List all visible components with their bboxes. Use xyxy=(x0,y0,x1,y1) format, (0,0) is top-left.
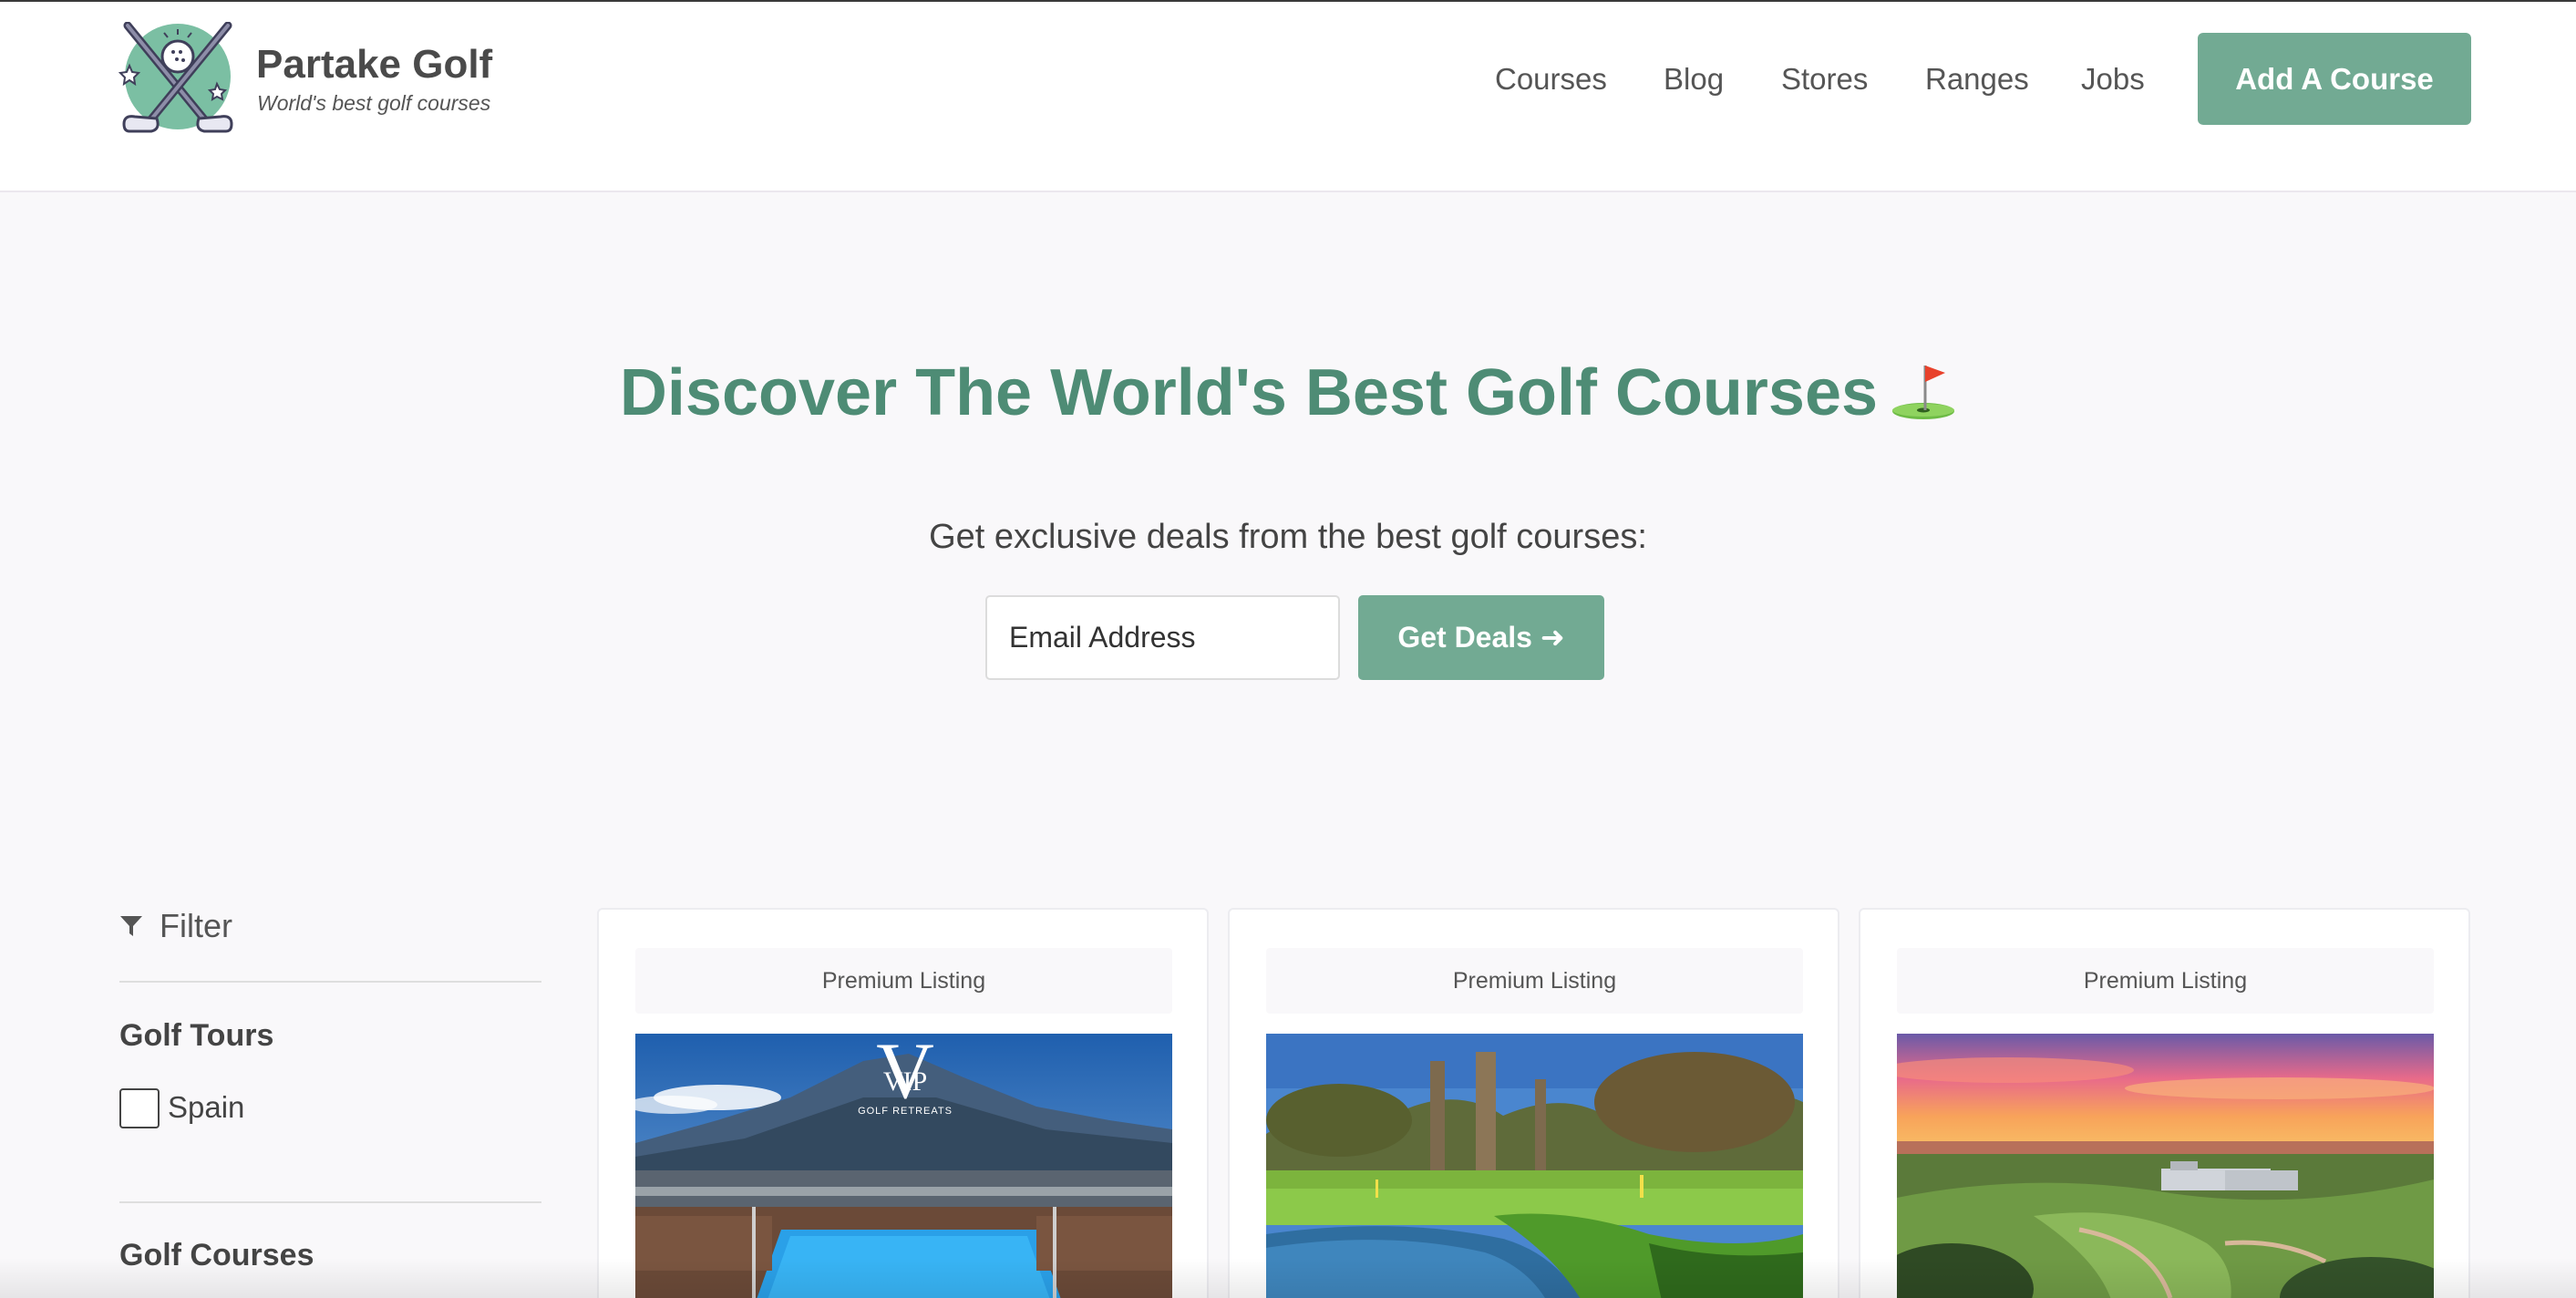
bottom-scroll-shadow xyxy=(0,1258,2576,1298)
hero-title-text: Discover The World's Best Golf Courses xyxy=(619,356,1879,429)
listing-card[interactable]: Premium Listing xyxy=(1228,908,1839,1298)
filter-header[interactable]: Filter xyxy=(119,904,232,948)
nav-link-blog[interactable]: Blog xyxy=(1664,62,1724,97)
filter-label: Filter xyxy=(160,907,232,944)
premium-listing-badge: Premium Listing xyxy=(1897,948,2434,1014)
golf-retreats-caption: GOLF RETREATS xyxy=(858,1106,953,1117)
premium-listing-badge: Premium Listing xyxy=(635,948,1172,1014)
add-course-button[interactable]: Add A Course xyxy=(2198,33,2471,125)
funnel-icon xyxy=(119,914,143,938)
get-deals-button[interactable]: Get Deals ➜ xyxy=(1358,595,1604,680)
listing-card[interactable]: Premium Listing V VIP GOLF RETREATS xyxy=(597,908,1209,1298)
vip-wordmark: VIP xyxy=(883,1066,927,1097)
hero-title: Discover The World's Best Golf Courses xyxy=(0,355,2576,436)
brand-tagline: World's best golf courses xyxy=(257,91,491,115)
listing-card[interactable]: Premium Listing xyxy=(1859,908,2470,1298)
site-header: Partake Golf World's best golf courses C… xyxy=(0,2,2576,192)
filter-divider xyxy=(119,981,541,983)
section-divider xyxy=(119,1201,541,1203)
deals-subtitle: Get exclusive deals from the best golf c… xyxy=(929,518,1647,556)
premium-listing-badge: Premium Listing xyxy=(1266,948,1803,1014)
nav-link-courses[interactable]: Courses xyxy=(1495,62,1607,97)
brand-name[interactable]: Partake Golf xyxy=(256,42,492,88)
golf-clubs-logo-icon[interactable] xyxy=(118,21,237,137)
nav-link-ranges[interactable]: Ranges xyxy=(1925,62,2029,97)
nav-link-stores[interactable]: Stores xyxy=(1781,62,1868,97)
nav-link-jobs[interactable]: Jobs xyxy=(2081,62,2145,97)
golf-tours-heading: Golf Tours xyxy=(119,1018,274,1053)
spain-checkbox[interactable] xyxy=(119,1088,160,1128)
email-address-input[interactable] xyxy=(985,595,1340,680)
spain-checkbox-label[interactable]: Spain xyxy=(168,1090,244,1125)
golf-flag-icon xyxy=(1891,361,1956,436)
